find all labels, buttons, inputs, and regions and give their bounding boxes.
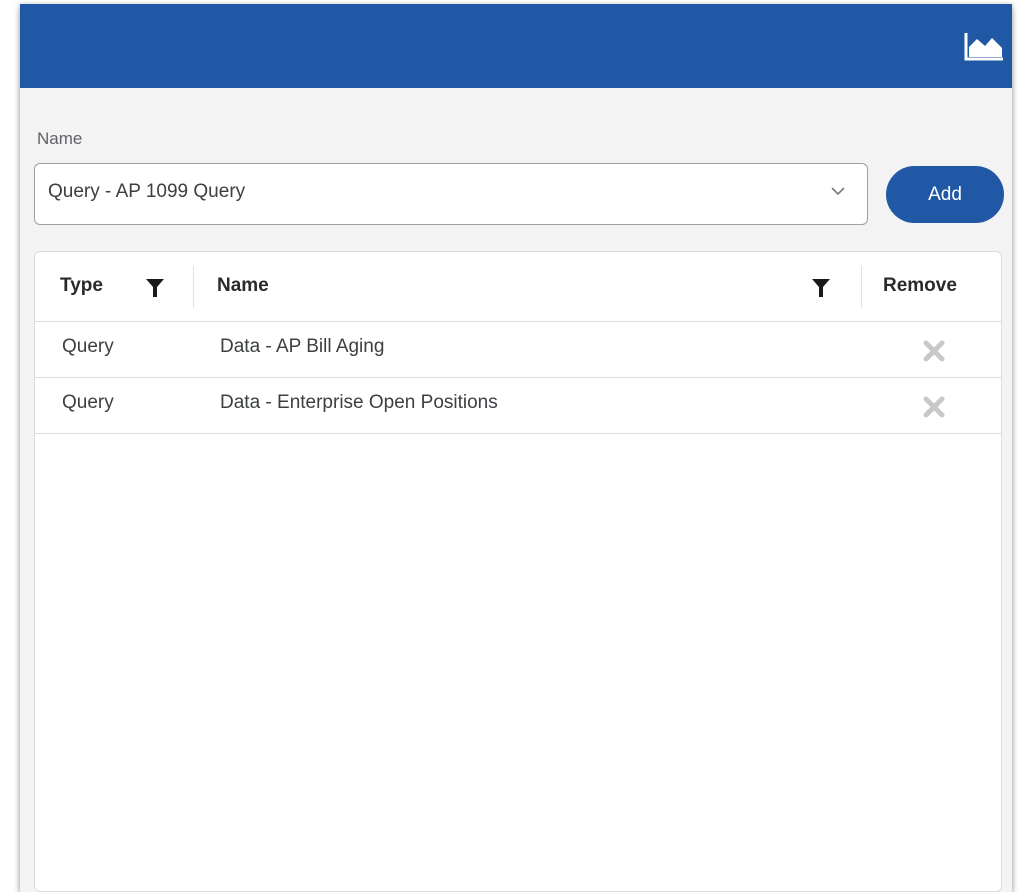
name-filter-icon[interactable] <box>812 278 830 298</box>
add-button[interactable]: Add <box>886 166 1004 223</box>
dashboard-content-panel: Name Query - AP 1099 Query Add Type Name… <box>20 4 1012 892</box>
remove-icon[interactable] <box>921 394 947 420</box>
type-filter-icon[interactable] <box>146 278 164 298</box>
panel-header <box>20 4 1012 88</box>
grid-header-row: Type Name Remove <box>35 252 1001 322</box>
column-header-type[interactable]: Type <box>60 275 103 297</box>
name-field-label: Name <box>37 129 83 148</box>
column-separator[interactable] <box>861 266 862 308</box>
cell-name: Data - AP Bill Aging <box>220 336 385 357</box>
column-header-remove: Remove <box>883 275 957 296</box>
table-row[interactable]: Query Data - AP Bill Aging <box>35 322 1001 378</box>
cell-name: Data - Enterprise Open Positions <box>220 392 498 413</box>
remove-icon[interactable] <box>921 338 947 364</box>
name-select[interactable]: Query - AP 1099 Query <box>34 163 868 225</box>
chevron-down-icon <box>831 187 845 196</box>
column-separator[interactable] <box>193 266 194 308</box>
name-select-value: Query - AP 1099 Query <box>48 181 246 202</box>
cell-type: Query <box>62 392 114 413</box>
area-chart-icon[interactable] <box>963 30 1005 62</box>
column-header-name[interactable]: Name <box>217 275 269 297</box>
cell-type: Query <box>62 336 114 357</box>
items-grid: Type Name Remove Query Data - AP Bill Ag… <box>34 251 1002 892</box>
table-row[interactable]: Query Data - Enterprise Open Positions <box>35 378 1001 434</box>
